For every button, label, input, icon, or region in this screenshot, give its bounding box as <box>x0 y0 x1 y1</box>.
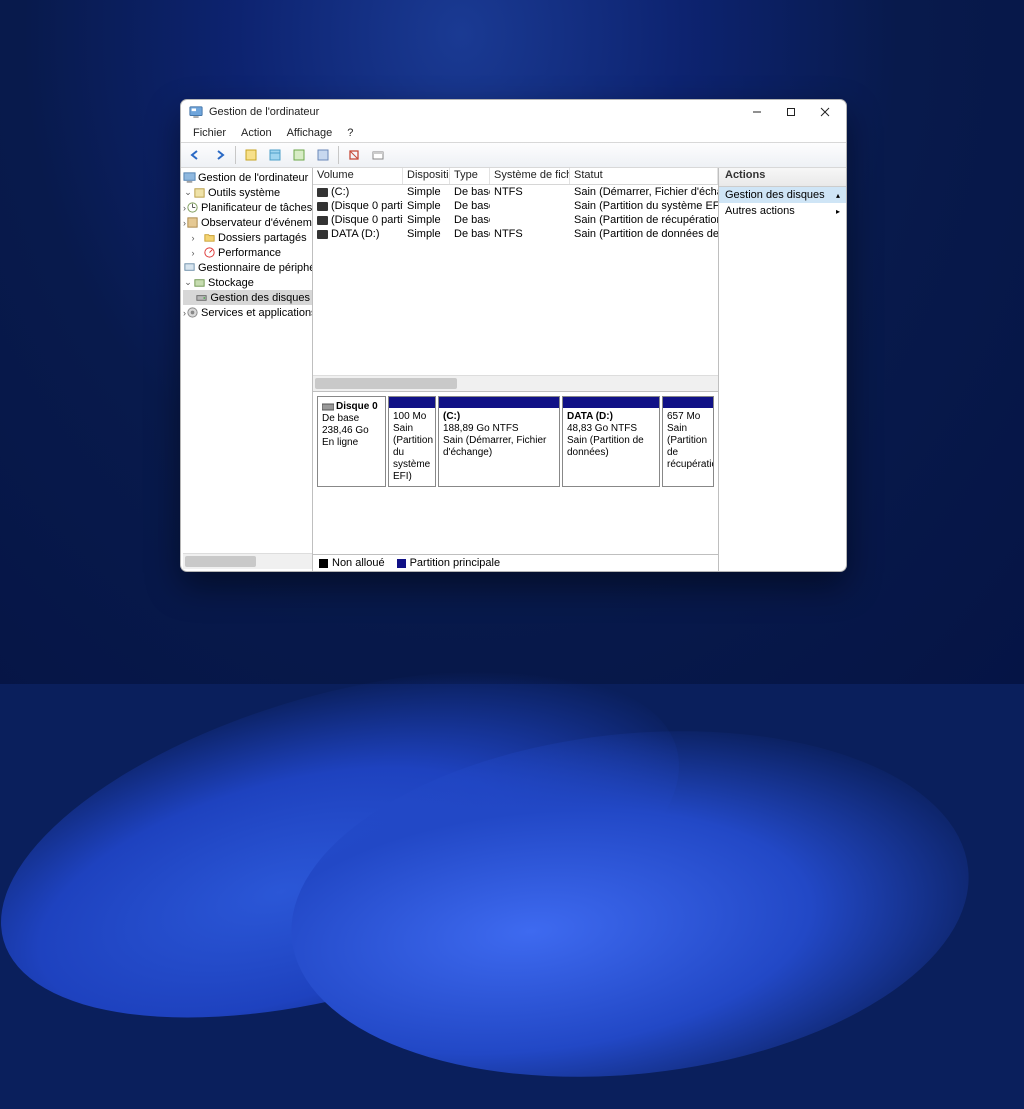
window-title: Gestion de l'ordinateur <box>209 106 740 118</box>
partition[interactable]: 657 MoSain (Partition de récupération) <box>662 396 714 487</box>
action-other[interactable]: Autres actions▸ <box>719 203 846 219</box>
tree-scheduler[interactable]: › Planificateur de tâches <box>183 200 312 215</box>
menu-action[interactable]: Action <box>235 126 278 140</box>
storage-icon <box>193 276 206 289</box>
device-icon <box>183 261 196 274</box>
volume-row[interactable]: (Disque 0 partition 4)SimpleDe baseSain … <box>313 213 718 227</box>
menu-file[interactable]: Fichier <box>187 126 232 140</box>
col-volume[interactable]: Volume <box>313 168 403 184</box>
app-icon <box>189 105 203 119</box>
col-fs[interactable]: Système de fichiers <box>490 168 570 184</box>
computer-management-window: Gestion de l'ordinateur Fichier Action A… <box>180 99 847 572</box>
close-button[interactable] <box>808 100 842 124</box>
expand-icon: ▸ <box>836 207 840 216</box>
collapse-icon: ▴ <box>836 191 840 200</box>
col-status[interactable]: Statut <box>570 168 718 184</box>
disk-icon <box>195 291 208 304</box>
disk-row[interactable]: Disque 0 De base 238,46 Go En ligne 100 … <box>313 392 718 491</box>
toolbar <box>181 142 846 168</box>
volume-row[interactable]: DATA (D:)SimpleDe baseNTFSSain (Partitio… <box>313 227 718 241</box>
computer-icon <box>183 171 196 184</box>
tb-refresh[interactable] <box>288 144 310 166</box>
tb-icon-2[interactable] <box>264 144 286 166</box>
volume-header-row[interactable]: Volume Disposition Type Système de fichi… <box>313 168 718 185</box>
actions-pane: Actions Gestion des disques▴ Autres acti… <box>719 168 846 571</box>
legend: Non alloué Partition principale <box>313 554 718 571</box>
menubar: Fichier Action Affichage ? <box>181 124 846 142</box>
tb-icon-6[interactable] <box>367 144 389 166</box>
actions-header: Actions <box>719 168 846 187</box>
col-layout[interactable]: Disposition <box>403 168 450 184</box>
volume-row[interactable]: (C:)SimpleDe baseNTFSSain (Démarrer, Fic… <box>313 185 718 199</box>
minimize-button[interactable] <box>740 100 774 124</box>
folder-icon <box>203 231 216 244</box>
tree-h-scrollbar[interactable] <box>183 553 312 569</box>
tree-root[interactable]: Gestion de l'ordinateur (local) <box>183 170 312 185</box>
partition[interactable]: (C:)188,89 Go NTFSSain (Démarrer, Fichie… <box>438 396 560 487</box>
forward-button[interactable] <box>209 144 231 166</box>
eventlog-icon <box>186 216 199 229</box>
tb-icon-4[interactable] <box>312 144 334 166</box>
tree-devmgr[interactable]: Gestionnaire de périphériques <box>183 260 312 275</box>
col-type[interactable]: Type <box>450 168 490 184</box>
tree-shared[interactable]: › Dossiers partagés <box>183 230 312 245</box>
tree-perf[interactable]: › Performance <box>183 245 312 260</box>
disk-graphical-view: Disque 0 De base 238,46 Go En ligne 100 … <box>313 391 718 571</box>
menu-help[interactable]: ? <box>341 126 359 140</box>
services-icon <box>186 306 199 319</box>
action-diskmgmt[interactable]: Gestion des disques▴ <box>719 187 846 203</box>
titlebar[interactable]: Gestion de l'ordinateur <box>181 100 846 124</box>
tree-eventviewer[interactable]: › Observateur d'événements <box>183 215 312 230</box>
legend-primary: Partition principale <box>397 557 501 569</box>
performance-icon <box>203 246 216 259</box>
maximize-button[interactable] <box>774 100 808 124</box>
partition[interactable]: DATA (D:)48,83 Go NTFSSain (Partition de… <box>562 396 660 487</box>
clock-icon <box>186 201 199 214</box>
main-pane: Volume Disposition Type Système de fichi… <box>313 168 719 571</box>
partition[interactable]: 100 MoSain (Partition du système EFI) <box>388 396 436 487</box>
tree-diskmgmt[interactable]: Gestion des disques <box>183 290 312 305</box>
drive-icon <box>322 402 334 412</box>
tree-sys-tools[interactable]: ⌄ Outils système <box>183 185 312 200</box>
menu-view[interactable]: Affichage <box>281 126 339 140</box>
tb-icon-1[interactable] <box>240 144 262 166</box>
volume-h-scrollbar[interactable] <box>313 375 718 391</box>
tree-services[interactable]: › Services et applications <box>183 305 312 320</box>
volume-list[interactable]: (C:)SimpleDe baseNTFSSain (Démarrer, Fic… <box>313 185 718 375</box>
tree-storage[interactable]: ⌄ Stockage <box>183 275 312 290</box>
back-button[interactable] <box>185 144 207 166</box>
tb-icon-5[interactable] <box>343 144 365 166</box>
legend-unallocated: Non alloué <box>319 557 385 569</box>
disk-label[interactable]: Disque 0 De base 238,46 Go En ligne <box>317 396 386 487</box>
tools-icon <box>193 186 206 199</box>
nav-tree[interactable]: Gestion de l'ordinateur (local) ⌄ Outils… <box>181 168 313 571</box>
volume-row[interactable]: (Disque 0 partition 1)SimpleDe baseSain … <box>313 199 718 213</box>
